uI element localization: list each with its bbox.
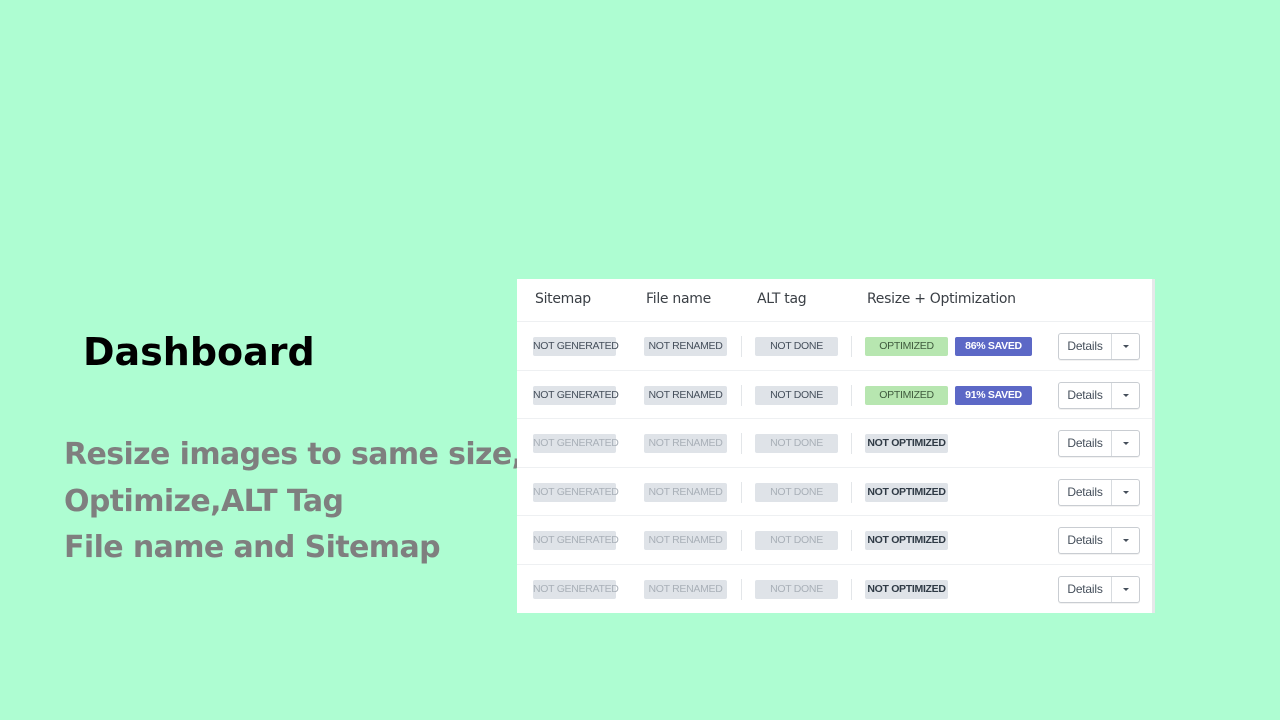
caret-down-icon (1122, 442, 1129, 445)
column-divider (741, 481, 742, 503)
file-name-status-badge: NOT RENAMED (644, 531, 727, 550)
slide-description: Resize images to same size, Optimize,ALT… (64, 432, 523, 572)
sitemap-status-badge: NOT GENERATED (533, 385, 619, 405)
details-button-group: Details (1058, 478, 1140, 506)
details-button-group: Details (1058, 333, 1140, 360)
details-dropdown-toggle[interactable] (1112, 528, 1139, 553)
file-name-status-badge: NOT RENAMED (644, 579, 727, 599)
column-divider (851, 336, 852, 357)
table-row: NOT GENERATED NOT RENAMED NOT DONE OPTIM… (517, 322, 1152, 371)
details-button[interactable]: Details (1059, 334, 1112, 359)
file-name-status-badge: NOT RENAMED (644, 434, 727, 453)
table-row: NOT GENERATED NOT RENAMED NOT DONE NOT O… (517, 565, 1152, 614)
saved-percent-badge: 86% SAVED (955, 337, 1032, 356)
details-dropdown-toggle[interactable] (1112, 480, 1139, 505)
caret-down-icon (1122, 587, 1129, 591)
column-divider (741, 578, 742, 600)
alt-tag-status-badge: NOT DONE (755, 337, 838, 356)
optimization-status-badge: NOT OPTIMIZED (865, 482, 948, 502)
details-dropdown-toggle[interactable] (1112, 431, 1139, 456)
optimization-status-badge: NOT OPTIMIZED (865, 579, 948, 599)
column-divider (741, 530, 742, 551)
details-button-group: Details (1058, 575, 1140, 603)
details-button[interactable]: Details (1059, 479, 1112, 505)
sitemap-status-badge: NOT GENERATED (533, 482, 619, 502)
details-button[interactable]: Details (1059, 431, 1112, 456)
details-dropdown-toggle[interactable] (1112, 334, 1139, 359)
file-name-status-badge: NOT RENAMED (644, 337, 727, 356)
table-body: NOT GENERATED NOT RENAMED NOT DONE OPTIM… (517, 322, 1152, 613)
alt-tag-status-badge: NOT DONE (755, 482, 838, 502)
table-row: NOT GENERATED NOT RENAMED NOT DONE NOT O… (517, 516, 1152, 565)
alt-tag-status-badge: NOT DONE (755, 579, 838, 599)
sitemap-status-badge: NOT GENERATED (533, 434, 619, 453)
details-button[interactable]: Details (1059, 528, 1112, 553)
caret-down-icon (1122, 539, 1129, 542)
details-button[interactable]: Details (1059, 576, 1112, 602)
table-row: NOT GENERATED NOT RENAMED NOT DONE OPTIM… (517, 371, 1152, 419)
saved-percent-badge: 91% SAVED (955, 385, 1032, 405)
description-line: Optimize,ALT Tag (64, 483, 344, 519)
table-row: NOT GENERATED NOT RENAMED NOT DONE NOT O… (517, 419, 1152, 468)
alt-tag-status-badge: NOT DONE (755, 385, 838, 405)
sitemap-status-badge: NOT GENERATED (533, 579, 619, 599)
column-header-sitemap: Sitemap (535, 291, 591, 307)
column-divider (851, 481, 852, 503)
table-row: NOT GENERATED NOT RENAMED NOT DONE NOT O… (517, 468, 1152, 516)
column-divider (851, 433, 852, 454)
images-table: Sitemap File name ALT tag Resize + Optim… (517, 279, 1155, 613)
column-divider (851, 530, 852, 551)
description-line: Resize images to same size, (64, 437, 523, 472)
optimization-status-badge: OPTIMIZED (865, 337, 948, 356)
optimization-status-badge: NOT OPTIMIZED (865, 434, 948, 453)
details-button[interactable]: Details (1059, 382, 1112, 408)
alt-tag-status-badge: NOT DONE (755, 434, 838, 453)
details-dropdown-toggle[interactable] (1112, 577, 1139, 602)
details-button-group: Details (1058, 381, 1140, 409)
alt-tag-status-badge: NOT DONE (755, 531, 838, 550)
caret-down-icon (1122, 490, 1129, 494)
caret-down-icon (1122, 393, 1129, 397)
column-divider (851, 578, 852, 600)
column-header-alt-tag: ALT tag (757, 291, 807, 307)
optimization-status-badge: OPTIMIZED (865, 385, 948, 405)
details-button-group: Details (1058, 527, 1140, 554)
slide-title: Dashboard (83, 330, 315, 374)
description-line: File name and Sitemap (64, 530, 441, 565)
column-header-resize-optimization: Resize + Optimization (867, 291, 1016, 307)
table-header: Sitemap File name ALT tag Resize + Optim… (517, 279, 1152, 322)
sitemap-status-badge: NOT GENERATED (533, 337, 619, 356)
column-divider (851, 384, 852, 406)
column-divider (741, 336, 742, 357)
optimization-status-badge: NOT OPTIMIZED (865, 531, 948, 550)
column-divider (741, 384, 742, 406)
file-name-status-badge: NOT RENAMED (644, 385, 727, 405)
file-name-status-badge: NOT RENAMED (644, 482, 727, 502)
column-header-file-name: File name (646, 291, 711, 307)
sitemap-status-badge: NOT GENERATED (533, 531, 619, 550)
details-button-group: Details (1058, 430, 1140, 457)
column-divider (741, 433, 742, 454)
caret-down-icon (1122, 345, 1129, 348)
details-dropdown-toggle[interactable] (1112, 383, 1139, 408)
